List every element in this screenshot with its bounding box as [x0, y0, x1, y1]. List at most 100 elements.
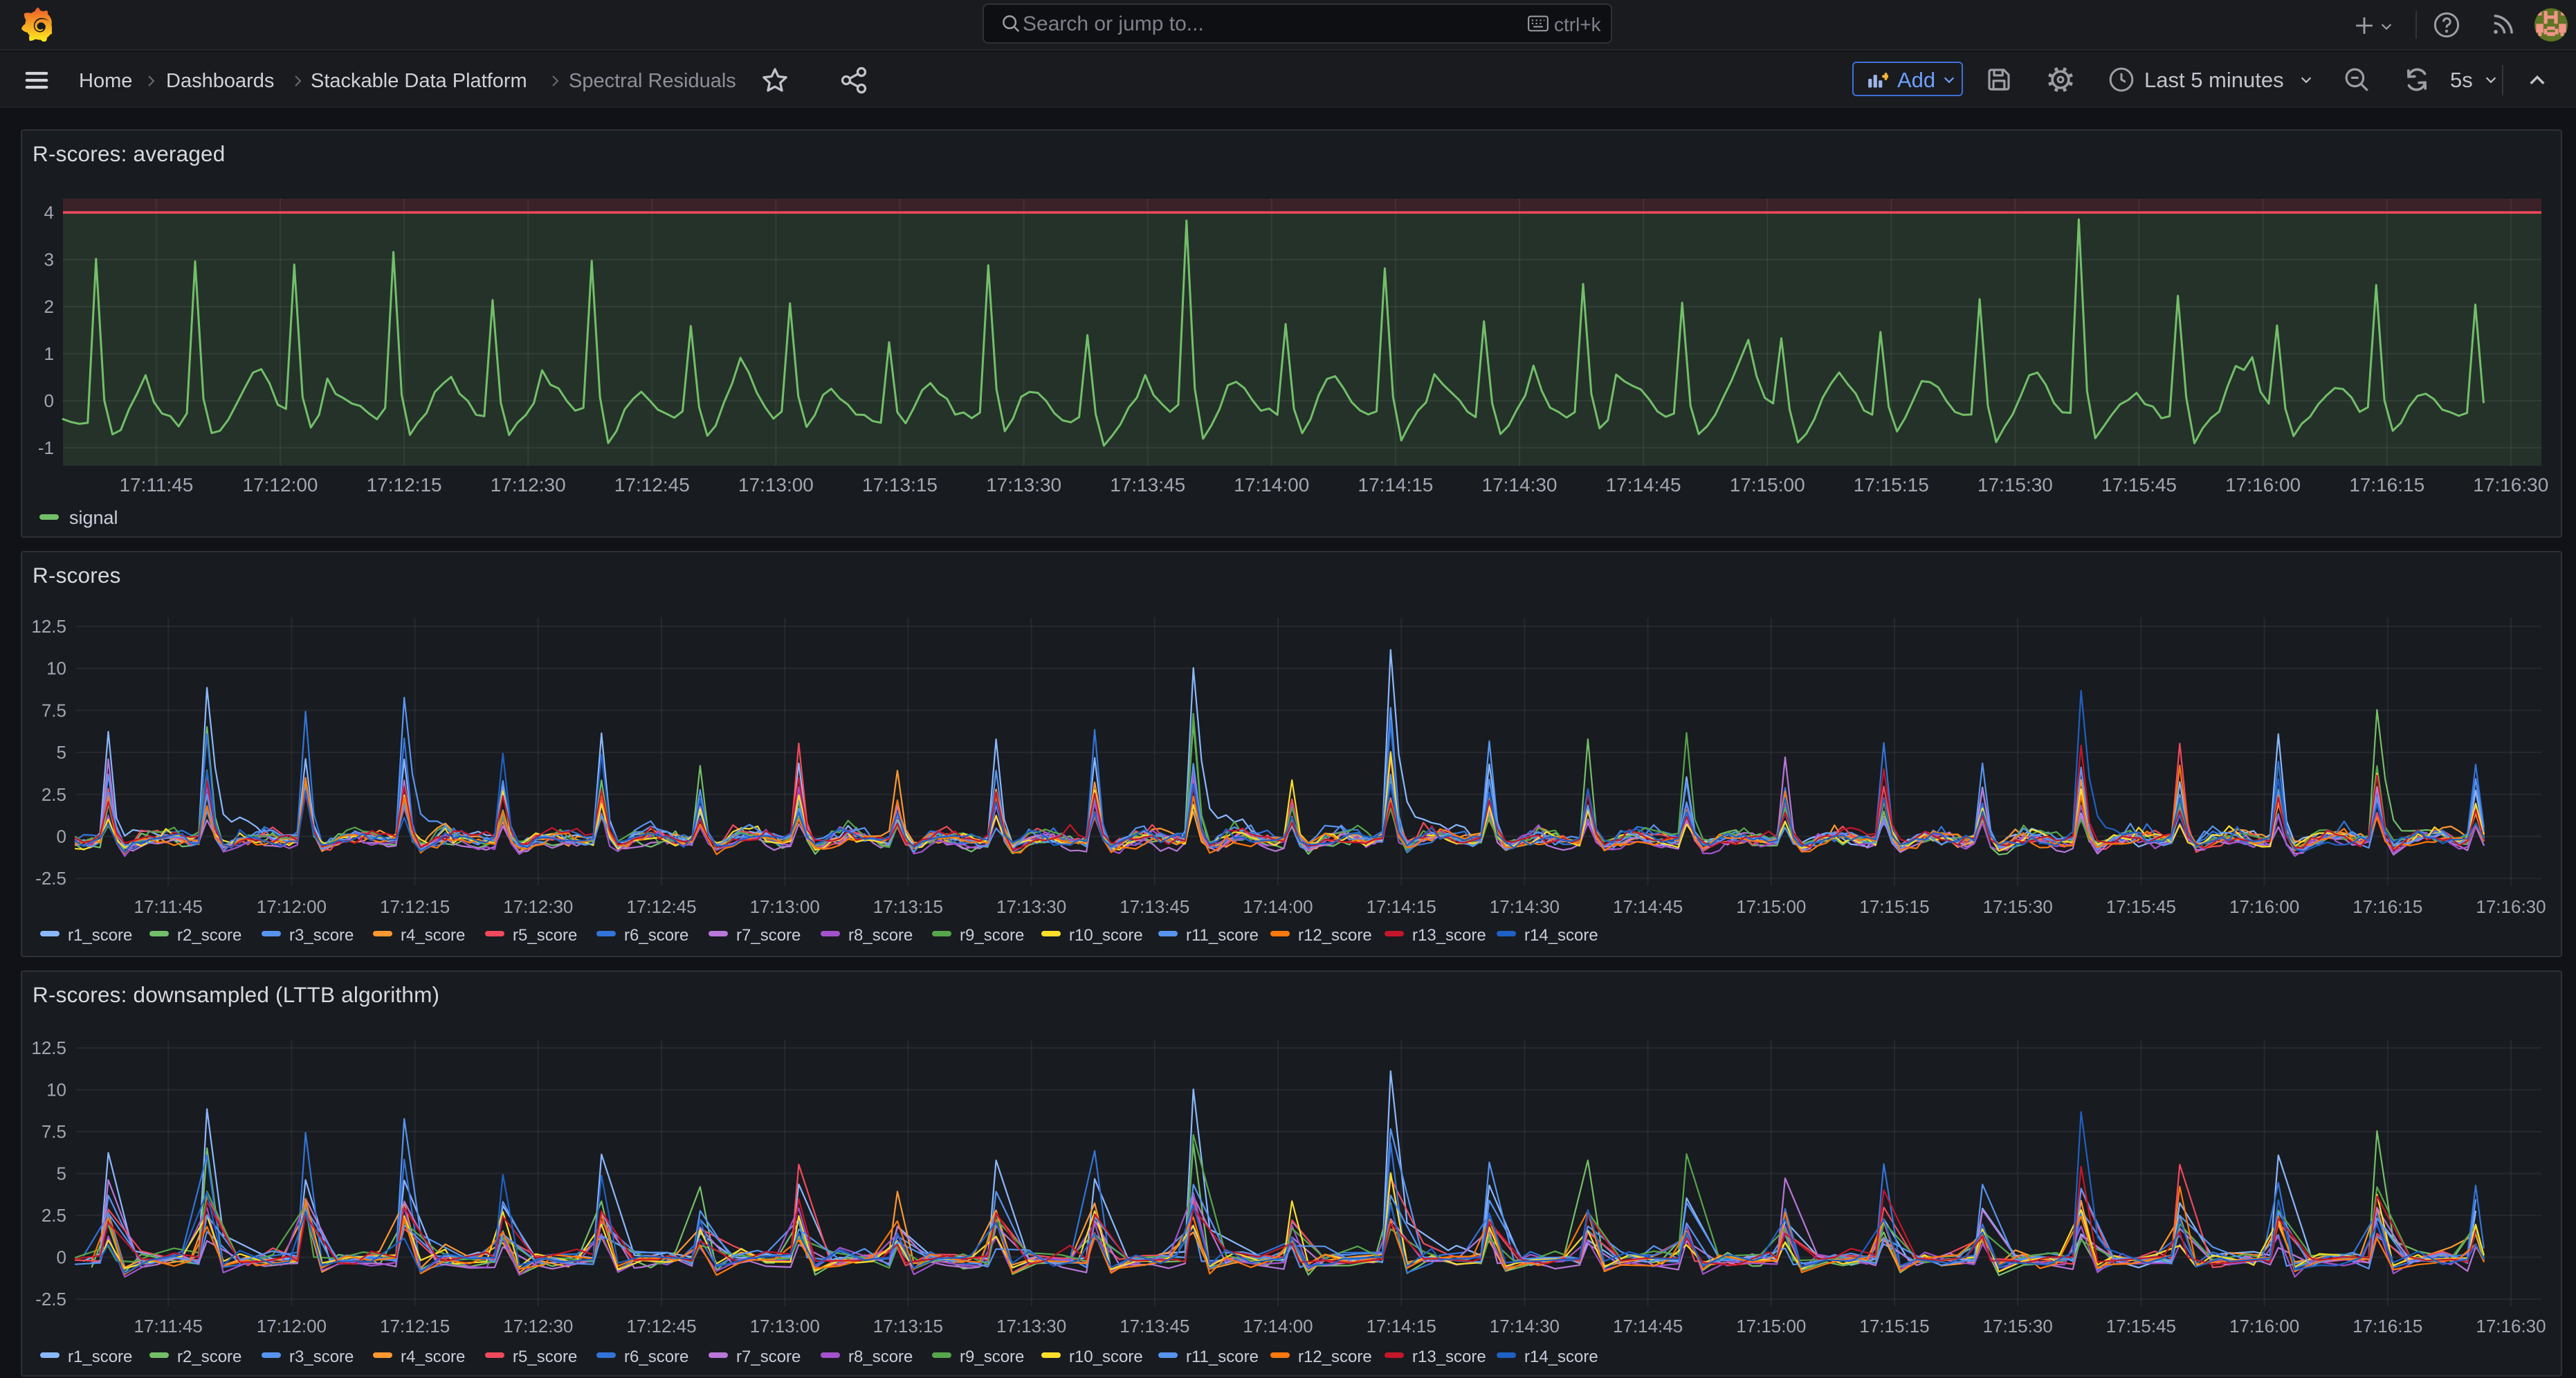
svg-text:17:11:45: 17:11:45 [119, 474, 193, 496]
svg-text:r13_score: r13_score [1412, 1348, 1486, 1366]
svg-text:17:15:30: 17:15:30 [1983, 896, 2053, 917]
svg-text:17:12:30: 17:12:30 [503, 1316, 573, 1336]
svg-text:17:16:30: 17:16:30 [2476, 1316, 2546, 1336]
svg-text:r1_score: r1_score [68, 1348, 132, 1366]
svg-text:signal: signal [69, 507, 118, 528]
svg-text:17:15:30: 17:15:30 [1983, 1316, 2053, 1336]
svg-text:-2.5: -2.5 [35, 1289, 66, 1309]
svg-text:r4_score: r4_score [401, 1348, 465, 1366]
svg-text:17:12:00: 17:12:00 [243, 474, 318, 496]
svg-text:10: 10 [46, 658, 66, 679]
svg-text:17:11:45: 17:11:45 [134, 1316, 203, 1336]
svg-text:r11_score: r11_score [1186, 1348, 1259, 1366]
svg-text:r14_score: r14_score [1524, 1348, 1598, 1366]
svg-text:0: 0 [44, 390, 54, 411]
svg-text:1: 1 [44, 343, 54, 364]
svg-text:2.5: 2.5 [42, 784, 66, 805]
svg-text:17:14:30: 17:14:30 [1490, 1316, 1560, 1336]
svg-text:2.5: 2.5 [42, 1205, 66, 1226]
svg-text:17:13:15: 17:13:15 [873, 896, 943, 917]
svg-text:17:13:45: 17:13:45 [1120, 1316, 1189, 1336]
svg-text:r4_score: r4_score [401, 926, 465, 945]
svg-text:17:16:15: 17:16:15 [2353, 1316, 2422, 1336]
svg-text:17:12:30: 17:12:30 [491, 474, 566, 496]
svg-text:17:15:00: 17:15:00 [1730, 474, 1805, 496]
svg-text:12.5: 12.5 [31, 616, 66, 637]
svg-text:17:13:00: 17:13:00 [738, 474, 814, 496]
svg-text:17:14:15: 17:14:15 [1367, 896, 1436, 917]
svg-text:17:11:45: 17:11:45 [134, 896, 203, 917]
svg-text:r10_score: r10_score [1069, 1348, 1143, 1366]
svg-text:0: 0 [57, 1247, 66, 1268]
svg-text:r14_score: r14_score [1524, 926, 1598, 945]
svg-text:r3_score: r3_score [289, 926, 354, 945]
svg-text:17:15:15: 17:15:15 [1859, 1316, 1929, 1336]
svg-text:7.5: 7.5 [42, 700, 66, 720]
svg-text:17:15:45: 17:15:45 [2106, 896, 2176, 917]
svg-text:r6_score: r6_score [624, 1348, 688, 1366]
svg-text:17:13:30: 17:13:30 [996, 896, 1066, 917]
svg-text:17:16:00: 17:16:00 [2229, 896, 2299, 917]
svg-text:17:13:15: 17:13:15 [862, 474, 938, 496]
svg-text:r9_score: r9_score [960, 1348, 1024, 1366]
svg-text:17:13:00: 17:13:00 [750, 896, 820, 917]
svg-text:r5_score: r5_score [513, 1348, 577, 1366]
svg-text:17:16:30: 17:16:30 [2476, 896, 2546, 917]
svg-text:r9_score: r9_score [960, 926, 1024, 945]
svg-text:17:13:30: 17:13:30 [986, 474, 1061, 496]
svg-text:17:15:15: 17:15:15 [1859, 896, 1929, 917]
svg-text:17:13:30: 17:13:30 [996, 1316, 1066, 1336]
svg-text:r6_score: r6_score [624, 926, 688, 945]
svg-text:-2.5: -2.5 [35, 868, 66, 889]
svg-text:17:12:00: 17:12:00 [257, 896, 327, 917]
svg-text:17:15:45: 17:15:45 [2101, 474, 2177, 496]
svg-text:r12_score: r12_score [1298, 926, 1372, 945]
svg-text:17:12:15: 17:12:15 [367, 474, 442, 496]
svg-text:17:15:00: 17:15:00 [1736, 1316, 1806, 1336]
svg-text:17:16:00: 17:16:00 [2225, 474, 2301, 496]
svg-text:17:15:15: 17:15:15 [1854, 474, 1929, 496]
svg-text:5: 5 [57, 742, 66, 763]
svg-text:17:14:00: 17:14:00 [1234, 474, 1309, 496]
svg-text:12.5: 12.5 [31, 1037, 66, 1058]
svg-text:r13_score: r13_score [1412, 926, 1486, 945]
svg-text:17:13:45: 17:13:45 [1120, 896, 1189, 917]
svg-text:r8_score: r8_score [848, 926, 913, 945]
svg-text:2: 2 [44, 296, 54, 317]
svg-text:r11_score: r11_score [1186, 926, 1259, 945]
svg-text:17:14:45: 17:14:45 [1613, 896, 1683, 917]
svg-text:17:12:00: 17:12:00 [257, 1316, 327, 1336]
svg-text:r12_score: r12_score [1298, 1348, 1372, 1366]
svg-text:r3_score: r3_score [289, 1348, 354, 1366]
svg-text:5: 5 [57, 1163, 66, 1184]
svg-text:17:12:30: 17:12:30 [503, 896, 573, 917]
svg-text:0: 0 [57, 826, 66, 847]
svg-text:17:15:00: 17:15:00 [1736, 896, 1806, 917]
svg-text:10: 10 [46, 1080, 66, 1100]
svg-text:17:13:15: 17:13:15 [873, 1316, 943, 1336]
svg-text:r5_score: r5_score [513, 926, 577, 945]
svg-text:17:14:45: 17:14:45 [1606, 474, 1681, 496]
svg-text:r1_score: r1_score [68, 926, 132, 945]
svg-text:17:16:00: 17:16:00 [2229, 1316, 2299, 1336]
svg-text:3: 3 [44, 249, 54, 270]
svg-text:4: 4 [44, 202, 54, 223]
svg-text:17:14:30: 17:14:30 [1482, 474, 1558, 496]
svg-text:17:16:15: 17:16:15 [2353, 896, 2422, 917]
svg-text:17:12:15: 17:12:15 [380, 1316, 450, 1336]
svg-text:17:14:45: 17:14:45 [1613, 1316, 1683, 1336]
svg-text:17:12:45: 17:12:45 [614, 474, 690, 496]
svg-text:r2_score: r2_score [177, 1348, 241, 1366]
svg-text:17:15:45: 17:15:45 [2106, 1316, 2176, 1336]
svg-text:17:16:15: 17:16:15 [2349, 474, 2424, 496]
svg-text:r7_score: r7_score [736, 926, 801, 945]
svg-text:17:14:15: 17:14:15 [1358, 474, 1433, 496]
svg-text:17:15:30: 17:15:30 [1977, 474, 2053, 496]
svg-text:17:14:30: 17:14:30 [1490, 896, 1560, 917]
svg-text:17:14:15: 17:14:15 [1367, 1316, 1436, 1336]
svg-text:17:12:45: 17:12:45 [626, 896, 696, 917]
svg-text:17:12:15: 17:12:15 [380, 896, 450, 917]
svg-text:17:13:00: 17:13:00 [750, 1316, 820, 1336]
svg-text:17:12:45: 17:12:45 [626, 1316, 696, 1336]
svg-text:17:13:45: 17:13:45 [1110, 474, 1185, 496]
